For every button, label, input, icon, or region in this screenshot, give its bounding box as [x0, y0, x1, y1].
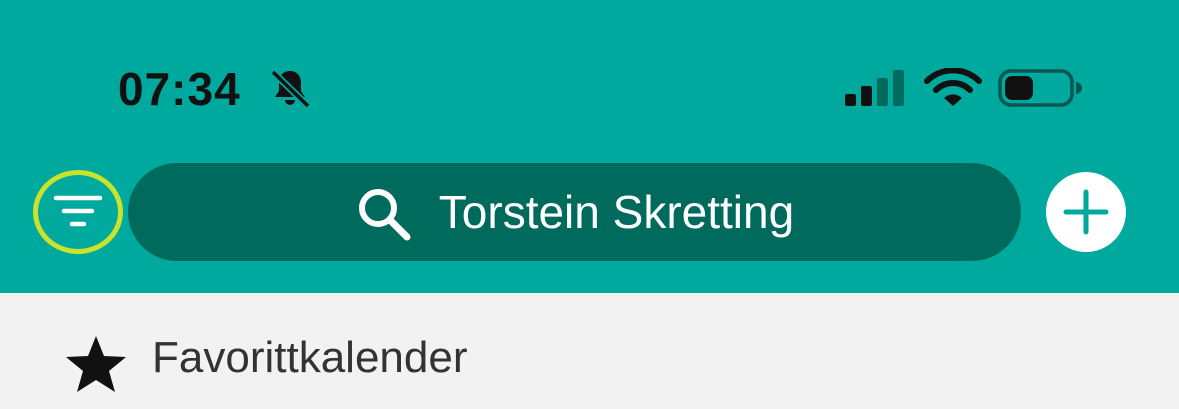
search-bar[interactable]: Torstein Skretting — [128, 163, 1021, 261]
battery-icon — [998, 69, 1082, 107]
status-time: 07:34 — [118, 63, 241, 115]
wifi-icon — [924, 68, 982, 106]
header-bar: 07:34 Torstein Skretting — [0, 0, 1179, 293]
search-query-text: Torstein Skretting — [438, 186, 795, 238]
filter-icon — [53, 195, 103, 227]
app-screen: 07:34 Torstein Skretting Favorittkalende… — [0, 0, 1179, 409]
filter-button[interactable] — [33, 170, 123, 254]
star-icon — [66, 336, 126, 392]
plus-icon — [1063, 189, 1109, 235]
favorite-calendar-label: Favorittkalender — [152, 333, 468, 382]
bell-slash-icon — [270, 69, 311, 109]
search-icon — [358, 189, 411, 241]
add-button[interactable] — [1046, 172, 1126, 252]
cellular-signal-icon — [845, 70, 904, 106]
